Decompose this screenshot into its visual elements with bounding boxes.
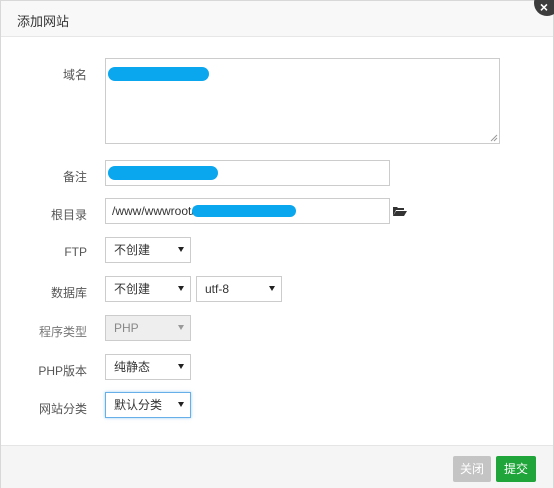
redacted-domain: [108, 67, 209, 81]
dialog-titlebar: 添加网站: [1, 1, 553, 37]
root-dir-input[interactable]: /www/wwwroot/: [105, 198, 390, 224]
chevron-down-icon: [178, 325, 184, 330]
folder-open-icon[interactable]: [393, 206, 407, 216]
redacted-root-dir: [192, 205, 296, 217]
remark-label: 备注: [62, 170, 87, 184]
dialog-title: 添加网站: [17, 14, 70, 29]
chevron-down-icon: [178, 364, 184, 369]
database-label: 数据库: [50, 286, 87, 300]
root-dir-value: /www/wwwroot/: [112, 204, 195, 218]
redacted-remark: [108, 166, 218, 180]
php-version-select[interactable]: 纯静态: [105, 354, 191, 380]
php-version-label: PHP版本: [38, 364, 87, 378]
submit-button[interactable]: 提交: [496, 456, 536, 482]
ftp-label: FTP: [64, 245, 87, 259]
add-site-dialog: 添加网站 域名 备注 根目录 /www/wwwroot/ FTP 不创建 数据库…: [0, 0, 554, 488]
ftp-select[interactable]: 不创建: [105, 237, 191, 263]
charset-select[interactable]: utf-8: [196, 276, 282, 302]
php-version-selected-value: 纯静态: [114, 360, 151, 374]
dialog-footer: 关闭 提交: [1, 445, 553, 488]
category-label: 网站分类: [38, 402, 87, 416]
domain-label: 域名: [62, 68, 87, 82]
chevron-down-icon: [269, 286, 275, 291]
program-type-select: PHP: [105, 315, 191, 341]
root-dir-label: 根目录: [50, 208, 87, 222]
program-type-label: 程序类型: [38, 325, 87, 339]
close-button[interactable]: 关闭: [453, 456, 491, 482]
chevron-down-icon: [178, 402, 184, 407]
category-selected-value: 默认分类: [114, 398, 163, 412]
remark-input[interactable]: [105, 160, 390, 186]
chevron-down-icon: [178, 286, 184, 291]
program-type-selected-value: PHP: [114, 321, 139, 335]
charset-selected-value: utf-8: [205, 282, 230, 296]
resize-handle-icon[interactable]: [490, 134, 498, 142]
database-select[interactable]: 不创建: [105, 276, 191, 302]
ftp-selected-value: 不创建: [114, 243, 151, 257]
chevron-down-icon: [178, 247, 184, 252]
category-select[interactable]: 默认分类: [105, 392, 191, 418]
domain-textarea[interactable]: [105, 58, 500, 144]
database-selected-value: 不创建: [114, 282, 151, 296]
